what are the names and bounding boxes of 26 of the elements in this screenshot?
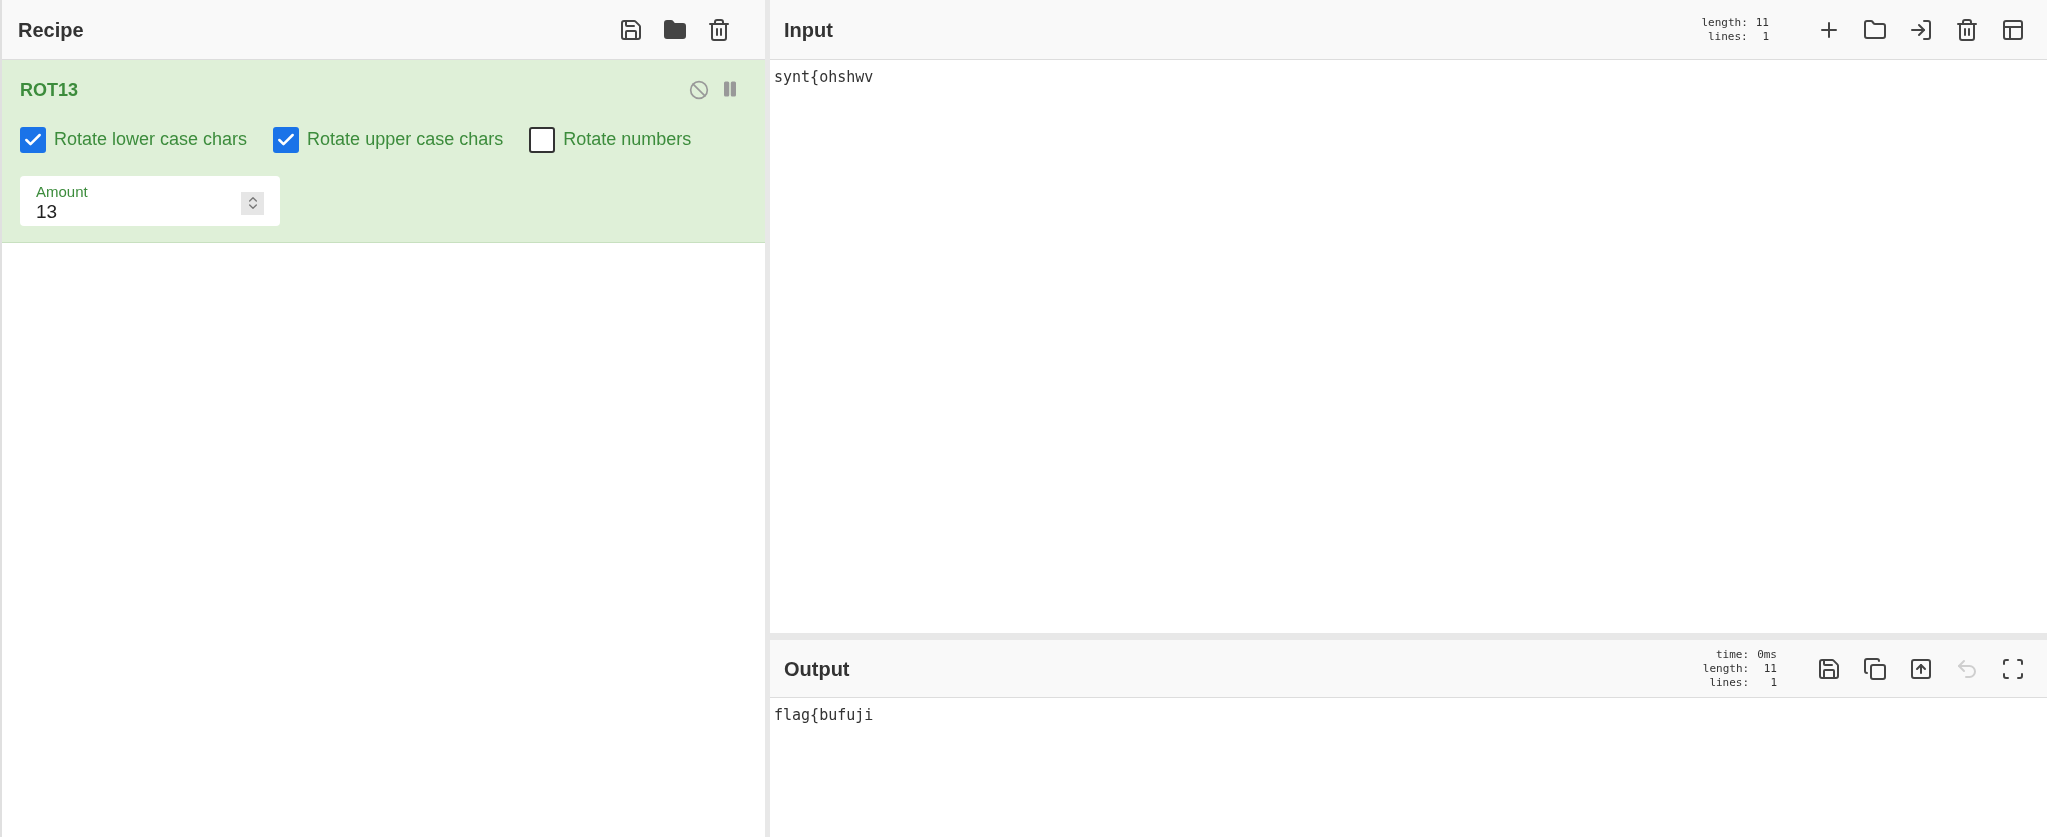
stat-value: 1 [1761, 29, 1769, 44]
checkbox-label: Rotate upper case chars [307, 128, 504, 151]
panel-title: Input [784, 17, 833, 43]
stat-value: 1 [1769, 675, 1777, 690]
checkbox[interactable] [529, 126, 556, 153]
stat-label: time: [1715, 647, 1750, 662]
checkbox-label: Rotate lower case chars [54, 128, 248, 151]
stat-value: 0ms [1757, 647, 1777, 662]
stat-value: 11 [1755, 15, 1769, 30]
checkbox[interactable] [273, 126, 300, 153]
operation-title: ROT13 [20, 78, 79, 102]
stat-label: lines: [1707, 29, 1748, 44]
stat-label: lines: [1708, 675, 1750, 690]
stat-label: length: [1702, 661, 1750, 676]
checkbox[interactable] [20, 126, 46, 153]
field-value: 13 [36, 201, 59, 223]
input-text[interactable]: synt{ohshwv [770, 60, 2047, 89]
stat-label: length: [1701, 15, 1748, 30]
output-text: flag{bufuji [773, 705, 875, 726]
checkbox-label: Rotate numbers [563, 128, 692, 151]
spinner-icon[interactable] [241, 191, 264, 215]
field-label: Amount [36, 183, 88, 201]
panel-title: Recipe [18, 17, 84, 43]
amount-field[interactable]: Amount 13 [20, 176, 280, 226]
stat-value: 11 [1762, 661, 1777, 676]
panel-title: Output [784, 656, 850, 682]
